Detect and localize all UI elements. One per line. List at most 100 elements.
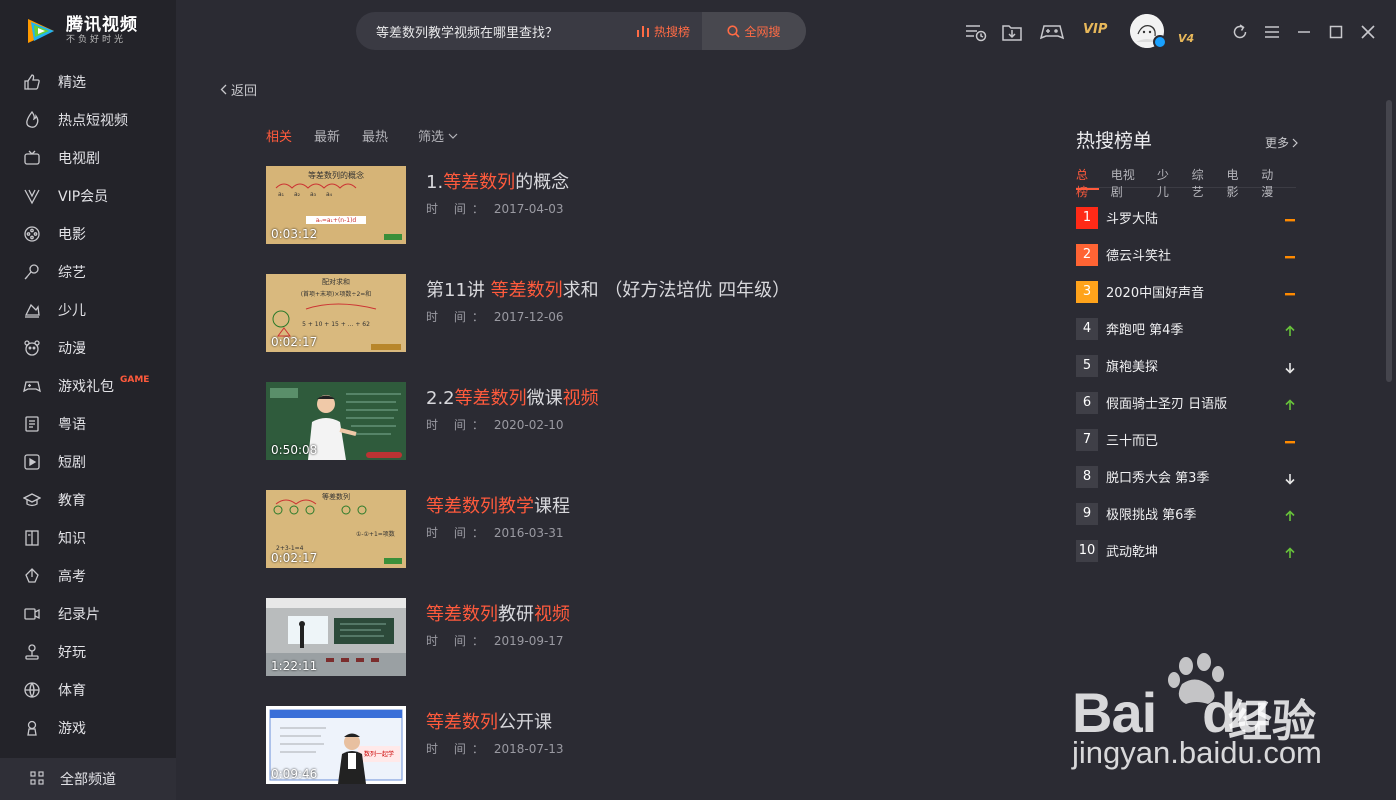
sidebar-item-12[interactable]: 知识 (0, 519, 176, 557)
result-title[interactable]: 2.2等差数列微课视频 (426, 384, 599, 410)
hot-list-item[interactable]: 3 2020中国好声音 (1076, 273, 1298, 310)
result-item[interactable]: 1:22:11 等差数列教研视频时 间： 2019-09-17 (266, 598, 1026, 706)
download-folder-icon[interactable] (1000, 20, 1024, 44)
hot-list-item[interactable]: 10 武动乾坤 (1076, 532, 1298, 569)
sidebar-item-14[interactable]: 纪录片 (0, 595, 176, 633)
maximize-icon[interactable] (1324, 20, 1348, 44)
result-item[interactable]: 等差数列 ①-①+1=项数 2+3-1=4 0:02:17 等差数列教学课程时 间： 20… (266, 490, 1026, 598)
result-title[interactable]: 1.等差数列的概念 (426, 168, 569, 194)
tab-relevance[interactable]: 相关 (266, 126, 292, 145)
hot-list-item[interactable]: 5 旗袍美探 (1076, 347, 1298, 384)
hot-list-item[interactable]: 4 奔跑吧 第4季 (1076, 310, 1298, 347)
sidebar-item-15[interactable]: 好玩 (0, 633, 176, 671)
sidebar-item-label: 粤语 (58, 417, 86, 433)
video-thumbnail[interactable]: 等差数列的概念 a₁ a₂ a₃ a₄ aₙ=a₁+(n-1)d 0:03:12 (266, 166, 406, 244)
sidebar-item-3[interactable]: VIP会员 (0, 177, 176, 215)
hot-list-item[interactable]: 8 脱口秀大会 第3季 (1076, 458, 1298, 495)
video-thumbnail[interactable]: 0:50:08 (266, 382, 406, 460)
hot-more-link[interactable]: 更多 (1265, 134, 1298, 151)
close-icon[interactable] (1356, 20, 1380, 44)
all-channels-button[interactable]: 全部频道 (0, 758, 176, 800)
sidebar-item-17[interactable]: 游戏 (0, 709, 176, 747)
trend-up-icon (1284, 322, 1296, 336)
sidebar-item-label: VIP会员 (58, 189, 109, 205)
gamepad-icon[interactable] (1040, 20, 1064, 44)
sidebar-item-1[interactable]: 热点短视频 (0, 101, 176, 139)
title-text: 求和 （好方法培优 四年级） (562, 280, 791, 301)
hot-tab-3[interactable]: 综艺 (1192, 166, 1215, 199)
result-item[interactable]: 0:50:08 2.2等差数列微课视频时 间： 2020-02-10 (266, 382, 1026, 490)
video-thumbnail[interactable]: 配对求和 (首项+末项)×项数÷2=和 5 + 10 + 15 + ... + 62… (266, 274, 406, 352)
video-duration: 0:02:17 (271, 551, 318, 565)
tab-hottest[interactable]: 最热 (362, 126, 388, 145)
title-text: 2.2 (426, 388, 455, 409)
minimize-icon[interactable] (1292, 20, 1316, 44)
hot-list-item[interactable]: 9 极限挑战 第6季 (1076, 495, 1298, 532)
sidebar-item-9[interactable]: 粤语 (0, 405, 176, 443)
result-title[interactable]: 第11讲 等差数列求和 （好方法培优 四年级） (426, 276, 790, 302)
date-label: 时 间： (426, 202, 490, 216)
video-duration: 0:03:12 (271, 227, 318, 241)
date-label: 时 间： (426, 634, 490, 648)
sidebar-item-13[interactable]: 高考 (0, 557, 176, 595)
result-title[interactable]: 等差数列教学课程 (426, 492, 570, 518)
film-reel-icon (22, 224, 42, 244)
sidebar-item-5[interactable]: 综艺 (0, 253, 176, 291)
sidebar-item-6[interactable]: 少儿 (0, 291, 176, 329)
hot-tab-4[interactable]: 电影 (1226, 166, 1249, 199)
title-highlight: 等差数列 (443, 172, 516, 193)
search-input[interactable] (376, 23, 636, 39)
vip-badge[interactable]: VIP (1083, 22, 1107, 37)
svg-text:5 + 10 + 15 + ... + 62: 5 + 10 + 15 + ... + 62 (302, 321, 370, 328)
video-thumbnail[interactable]: 等差数列 ①-①+1=项数 2+3-1=4 0:02:17 (266, 490, 406, 568)
sidebar-item-16[interactable]: 体育 (0, 671, 176, 709)
camera-icon (22, 604, 42, 624)
hot-tab-5[interactable]: 动漫 (1261, 166, 1284, 199)
thumbs-up-icon (22, 72, 42, 92)
sidebar: 腾讯视频 不负好时光 精选 热点短视频 电视剧 VIP会员电影 综艺 少儿 动漫 游戏礼包 GA… (0, 0, 176, 800)
result-item[interactable]: 等差数列的概念 a₁ a₂ a₃ a₄ aₙ=a₁+(n-1)d 0:03:12 1.等差数列… (266, 166, 1026, 274)
trend-up-icon (1284, 507, 1296, 521)
rank-badge: 7 (1076, 428, 1098, 451)
video-thumbnail[interactable]: 数列一起学 0:09:46 (266, 706, 406, 784)
sidebar-item-4[interactable]: 电影 (0, 215, 176, 253)
sidebar-item-10[interactable]: 短剧 (0, 443, 176, 481)
trend-down-icon (1284, 470, 1296, 485)
web-search-label: 全网搜 (744, 24, 781, 39)
tab-latest[interactable]: 最新 (314, 126, 340, 145)
menu-icon[interactable] (1260, 20, 1284, 44)
sidebar-item-7[interactable]: 动漫 (0, 329, 176, 367)
web-search-button[interactable]: 全网搜 (702, 12, 806, 50)
result-title[interactable]: 等差数列公开课 (426, 708, 552, 734)
result-item[interactable]: 数列一起学 0:09:46 等差数列公开课时 间： 2018-07-13 (266, 706, 1026, 800)
hot-tab-0[interactable]: 总榜 (1076, 166, 1099, 199)
sidebar-item-2[interactable]: 电视剧 (0, 139, 176, 177)
hot-list-item[interactable]: 1 斗罗大陆 (1076, 199, 1298, 236)
title-highlight: 等差数列 (454, 388, 527, 409)
refresh-icon[interactable] (1228, 20, 1252, 44)
hot-list-item[interactable]: 7 三十而已 (1076, 421, 1298, 458)
hot-list-item[interactable]: 6 假面骑士圣刃 日语版 (1076, 384, 1298, 421)
hot-tab-2[interactable]: 少儿 (1157, 166, 1180, 199)
microphone-icon (22, 262, 42, 282)
svg-text:a₂: a₂ (294, 191, 301, 198)
filter-dropdown[interactable]: 筛选 (418, 126, 458, 145)
result-title[interactable]: 等差数列教研视频 (426, 600, 570, 626)
sidebar-item-11[interactable]: 教育 (0, 481, 176, 519)
result-date: 时 间： 2017-12-06 (426, 308, 564, 325)
hot-tab-1[interactable]: 电视剧 (1111, 166, 1145, 199)
scrollbar[interactable] (1386, 100, 1392, 382)
hot-list-item[interactable]: 2 德云斗笑社 (1076, 236, 1298, 273)
sidebar-item-0[interactable]: 精选 (0, 63, 176, 101)
playlist-history-icon[interactable] (964, 20, 988, 44)
app-logo[interactable]: 腾讯视频 不负好时光 (24, 14, 138, 48)
trend-up-icon (1284, 396, 1296, 410)
vip-level-badge: V4 (1178, 32, 1195, 45)
title-highlight: 等差数列 (490, 280, 563, 301)
trend-flat-icon (1284, 433, 1296, 445)
video-thumbnail[interactable]: 1:22:11 (266, 598, 406, 676)
sidebar-item-8[interactable]: 游戏礼包 GAME (0, 367, 176, 405)
date-value: 2018-07-13 (493, 742, 564, 756)
result-item[interactable]: 配对求和 (首项+末项)×项数÷2=和 5 + 10 + 15 + ... + 62… (266, 274, 1026, 382)
back-button[interactable]: 返回 (220, 80, 257, 99)
